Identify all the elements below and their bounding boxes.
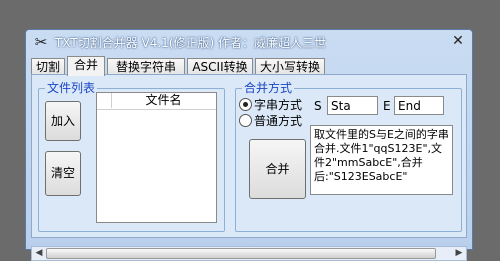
radio-normal-mode-label: 普通方式 (254, 114, 303, 128)
close-icon[interactable]: ✕ (450, 33, 466, 49)
radio-unchecked-icon (239, 114, 252, 127)
radio-checked-icon (239, 98, 252, 111)
end-marker-label: E (383, 99, 391, 113)
radio-normal-mode[interactable]: 普通方式 (239, 113, 302, 129)
filename-column-header[interactable]: 文件名 (111, 93, 216, 108)
scroll-left-icon[interactable]: ◀ (32, 247, 46, 260)
merge-tab-panel: 文件列表 加入 清空 文件名 合并方式 字串方式 普通方式 S E 合并 (31, 74, 467, 238)
merge-mode-caption: 合并方式 (242, 80, 295, 96)
tab-split[interactable]: 切割 (31, 58, 65, 75)
add-button[interactable]: 加入 (45, 101, 81, 141)
tab-ascii-convert[interactable]: ASCII转换 (187, 58, 253, 75)
tab-merge[interactable]: 合并 (67, 56, 105, 76)
main-window: ✂ TXT切割合并器 V4.1(修正版) 作者：威廉超人三世 ✕ 切割 合并 替… (25, 29, 473, 261)
scroll-right-icon[interactable]: ▶ (452, 247, 466, 260)
tab-case-convert[interactable]: 大小写转换 (255, 58, 325, 75)
scissors-icon: ✂ (34, 33, 48, 51)
radio-string-mode-label: 字串方式 (254, 98, 303, 112)
start-marker-label: S (314, 99, 322, 113)
merge-mode-group: 合并方式 字串方式 普通方式 S E 合并 取文件里的S与E之间的字串合并.文件… (235, 80, 462, 232)
merge-description-text: 取文件里的S与E之间的字串合并.文件1"qqS123E",文件2"mmSabcE… (310, 125, 453, 195)
radio-string-mode[interactable]: 字串方式 (239, 97, 302, 113)
tab-replace-string[interactable]: 替换字符串 (107, 58, 185, 75)
merge-button[interactable]: 合并 (249, 139, 306, 199)
file-listbox[interactable]: 文件名 (96, 92, 217, 223)
start-marker-input[interactable] (327, 96, 378, 115)
list-header: 文件名 (97, 93, 216, 110)
window-title: TXT切割合并器 V4.1(修正版) 作者：威廉超人三世 (55, 36, 326, 50)
title-bar[interactable]: ✂ TXT切割合并器 V4.1(修正版) 作者：威廉超人三世 ✕ (26, 30, 472, 54)
file-list-caption: 文件列表 (45, 80, 98, 96)
clear-button[interactable]: 清空 (45, 151, 81, 196)
end-marker-input[interactable] (394, 96, 444, 115)
horizontal-scrollbar[interactable]: ◀ ▶ (31, 246, 467, 261)
row-number-column (97, 93, 112, 108)
file-list-group: 文件列表 加入 清空 文件名 (38, 80, 225, 232)
